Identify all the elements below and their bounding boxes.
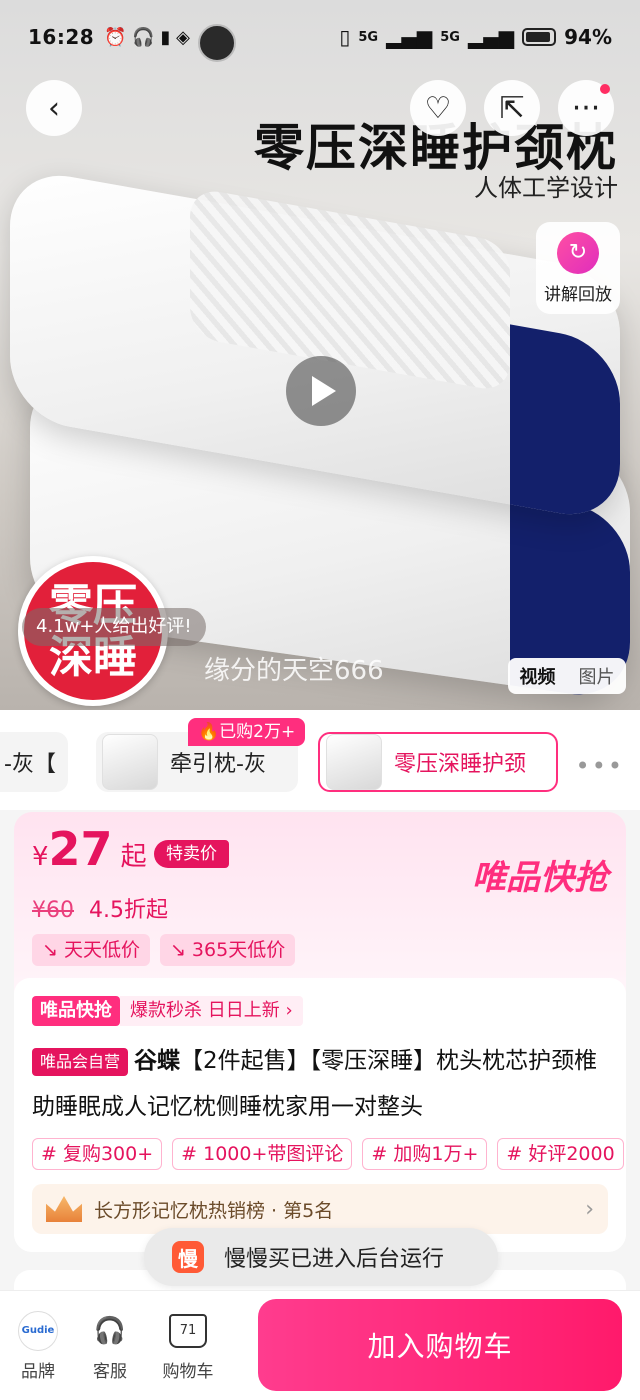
more-dots-icon: ···: [571, 90, 601, 126]
variant-option-2-selected[interactable]: 零压深睡护颈: [318, 732, 558, 792]
original-price: ¥60: [32, 898, 74, 923]
brand-logo-icon: Gudie: [18, 1311, 58, 1351]
status-left-icons: ⏰ 🎧 ▮ ◈: [104, 26, 190, 48]
currency-symbol: ¥: [32, 842, 49, 872]
notification-dot: [600, 84, 610, 94]
hashtag-repurchase[interactable]: # 复购300+: [32, 1138, 163, 1170]
discount-text: 4.5折起: [89, 898, 168, 923]
flash-sale-logo: 唯品快抢: [472, 858, 608, 898]
brand-label: 品牌: [21, 1362, 55, 1382]
more-button[interactable]: ···: [558, 80, 614, 136]
back-arrow-icon: ‹: [48, 90, 60, 126]
promo-row[interactable]: 唯品快抢 爆款秒杀 日日上新 ›: [32, 996, 303, 1026]
hashtag-photo-reviews[interactable]: # 1000+带图评论: [172, 1138, 353, 1170]
variant-label: -灰【: [4, 752, 56, 777]
signal-2: 5G: [440, 29, 460, 45]
share-icon: ⇱: [499, 90, 525, 126]
battery-icon: [522, 28, 557, 46]
cart-button[interactable]: 71 购物车: [156, 1311, 220, 1382]
background-running-toast: 慢 慢慢买已进入后台运行: [144, 1228, 498, 1286]
rank-text: 长方形记忆枕热销榜 · 第5名: [94, 1199, 334, 1222]
promo-text: 爆款秒杀 日日上新 ›: [120, 996, 303, 1026]
customer-service-button[interactable]: 🎧 客服: [78, 1311, 142, 1382]
price-row: ¥ 27 起: [32, 822, 147, 876]
variant-selector: -灰【 牵引枕-灰 零压深睡护颈 🔥已购2万+ •••: [0, 710, 640, 810]
vibrate-icon: ▯: [339, 25, 351, 49]
review-username: 缘分的天空666: [204, 656, 384, 686]
headset-icon: 🎧: [93, 1316, 127, 1346]
product-detail-card: 唯品快抢 爆款秒杀 日日上新 › 唯品会自营 谷蝶【2件起售】【零压深睡】枕头枕芯…: [14, 978, 626, 1252]
variant-thumbnail: [326, 734, 382, 790]
brand-name: 谷蝶: [134, 1048, 181, 1074]
cart-count: 71: [179, 1323, 197, 1338]
crown-icon: [46, 1196, 82, 1222]
service-label: 客服: [93, 1362, 127, 1382]
sales-rank-banner[interactable]: 长方形记忆枕热销榜 · 第5名 ›: [32, 1184, 608, 1234]
status-time: 16:28: [28, 25, 95, 49]
add-to-cart-button[interactable]: 加入购物车: [258, 1299, 622, 1391]
variant-more-button[interactable]: •••: [576, 752, 624, 780]
live-replay-button[interactable]: ↻ 讲解回放: [536, 222, 620, 314]
variant-option-0[interactable]: -灰【: [0, 732, 68, 792]
variant-label: 牵引枕-灰: [170, 752, 266, 777]
cart-label: 购物车: [162, 1362, 214, 1382]
brand-button[interactable]: Gudie 品牌: [6, 1311, 70, 1382]
hashtag-good-reviews[interactable]: # 好评2000: [497, 1138, 624, 1170]
share-button[interactable]: ⇱: [484, 80, 540, 136]
signal-bars-2-icon: ▂▄▆: [467, 25, 515, 49]
sale-price: 27: [48, 822, 113, 876]
purchased-count-tag: 🔥已购2万+: [188, 718, 306, 746]
bottom-action-bar: Gudie 品牌 🎧 客服 71 购物车 加入购物车: [0, 1290, 640, 1400]
replay-icon: ↻: [557, 231, 599, 274]
image-tab[interactable]: 图片: [579, 663, 615, 689]
signal-bars-1-icon: ▂▄▆: [386, 25, 433, 49]
self-operated-badge: 唯品会自营: [32, 1047, 129, 1076]
product-title: 唯品会自营 谷蝶【2件起售】【零压深睡】枕头枕芯护颈椎助睡眠成人记忆枕侧睡枕家用一…: [32, 1038, 610, 1130]
toast-text: 慢慢买已进入后台运行: [224, 1247, 445, 1272]
variant-thumbnail: [102, 734, 158, 790]
replay-label: 讲解回放: [544, 284, 612, 305]
review-count-bubble: 4.1w+人给出好评!: [22, 608, 206, 646]
signal-1: 5G: [358, 29, 379, 45]
variant-label: 零压深睡护颈: [394, 752, 527, 777]
video-tab[interactable]: 视频: [520, 663, 556, 689]
media-toggle: 视频 图片: [508, 658, 626, 694]
back-button[interactable]: ‹: [26, 80, 82, 136]
price-suffix: 起: [120, 842, 147, 872]
hero-subtitle: 人体工学设计: [474, 174, 618, 202]
promo-badge: 唯品快抢: [32, 996, 120, 1026]
hashtag-row: # 复购300+ # 1000+带图评论 # 加购1万+ # 好评2000: [32, 1138, 624, 1170]
play-video-button[interactable]: [286, 356, 356, 426]
heart-plus-icon: ♡: [424, 90, 452, 126]
battery-percent: 94%: [564, 25, 612, 49]
product-hero-image[interactable]: 零压深睡护颈枕 人体工学设计 ‹ ♡ ⇱ ··· ↻ 讲解回放 零压 深睡 4.…: [0, 0, 640, 710]
original-price-row: ¥60 4.5折起: [32, 892, 168, 924]
chevron-right-icon: ›: [585, 1196, 594, 1222]
special-price-tag: 特卖价: [154, 840, 229, 868]
price-card: ¥ 27 起 特卖价 唯品快抢 ¥60 4.5折起 ↘ 天天低价 ↘ 365天低…: [14, 812, 626, 1252]
status-bar: 16:28 ⏰ 🎧 ▮ ◈ ▯ 5G ▂▄▆ 5G ▂▄▆ 94%: [0, 0, 640, 74]
floating-app-icon[interactable]: [198, 24, 236, 62]
favorite-button[interactable]: ♡: [410, 80, 466, 136]
low-price-tag: ↘ 365天低价: [159, 934, 296, 966]
hashtag-add-to-cart[interactable]: # 加购1万+: [362, 1138, 488, 1170]
product-page: 零压深睡护颈枕 人体工学设计 ‹ ♡ ⇱ ··· ↻ 讲解回放 零压 深睡 4.…: [0, 0, 640, 1400]
shopping-bag-icon: 71: [169, 1314, 207, 1348]
low-price-tags: ↘ 天天低价 ↘ 365天低价: [32, 934, 296, 966]
manmanmai-app-icon: 慢: [172, 1241, 204, 1273]
status-right: ▯ 5G ▂▄▆ 5G ▂▄▆ 94%: [339, 25, 612, 49]
low-price-tag: ↘ 天天低价: [32, 934, 150, 966]
